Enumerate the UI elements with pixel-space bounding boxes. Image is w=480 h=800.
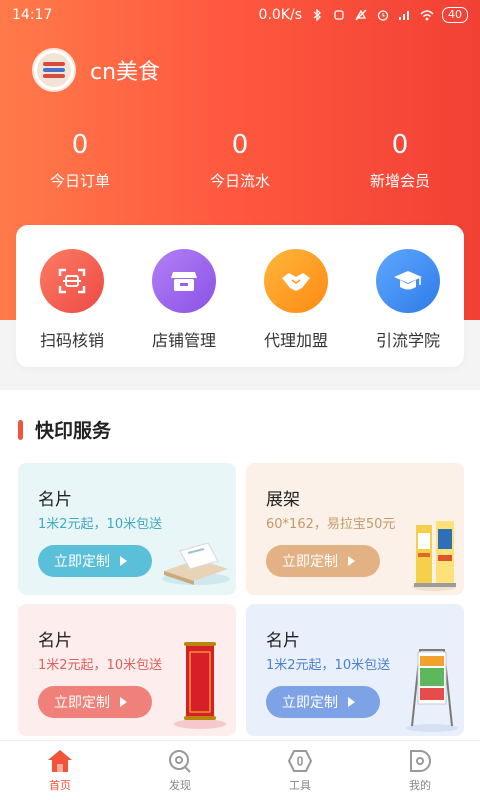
stat-value: 0: [231, 130, 249, 160]
tab-label: 发现: [169, 779, 191, 792]
quick-action-store[interactable]: 店铺管理: [128, 249, 240, 367]
card-title: 名片: [38, 631, 72, 651]
stat-label: 新增会员: [369, 172, 430, 190]
status-bar: 14:17 0.0K/s 40: [0, 0, 480, 30]
shop-name: cn美食: [90, 60, 161, 85]
service-card-scroll-banner[interactable]: 名片 1米2元起，10米包送 立即定制: [18, 604, 236, 736]
service-card-poster-stand[interactable]: 名片 1米2元起，10米包送 立即定制: [246, 604, 464, 736]
quick-action-scan[interactable]: 扫码核销: [16, 249, 128, 367]
stat-label: 今日订单: [49, 172, 110, 190]
avatar[interactable]: [32, 48, 76, 92]
quick-action-academy[interactable]: 引流学院: [352, 249, 464, 367]
rollup-banner-icon: [412, 521, 456, 591]
network-speed: 0.0K/s: [258, 7, 302, 23]
mute-icon: [355, 9, 367, 21]
aframe-poster-stand-icon: [406, 649, 458, 732]
discover-icon: [169, 750, 191, 773]
shop-profile[interactable]: cn美食: [32, 48, 160, 92]
vibrate-icon: [334, 10, 344, 20]
bluetooth-icon: [313, 9, 321, 21]
tab-tools[interactable]: 工具: [240, 741, 360, 800]
tab-label: 我的: [409, 779, 431, 792]
signal-icon: [399, 11, 409, 20]
customize-button[interactable]: 立即定制: [266, 686, 380, 718]
play-arrow-icon: [120, 697, 127, 707]
customize-button[interactable]: 立即定制: [38, 545, 152, 577]
customize-button-label: 立即定制: [54, 695, 110, 711]
scan-icon: [40, 249, 104, 313]
stat-label: 今日流水: [209, 172, 270, 190]
profile-icon: [410, 750, 431, 772]
card-title: 展架: [266, 490, 300, 510]
card-subtitle: 1米2元起，10米包送: [266, 658, 391, 673]
card-subtitle: 60*162，易拉宝50元: [266, 517, 396, 532]
customize-button[interactable]: 立即定制: [266, 545, 380, 577]
alarm-icon: [377, 10, 389, 21]
stat-new-members[interactable]: 0 新增会员: [320, 128, 480, 191]
graduation-cap-icon: [376, 249, 440, 313]
customize-button-label: 立即定制: [54, 554, 110, 570]
section-title: 快印服务: [18, 416, 111, 443]
quick-actions-card: 扫码核销 店铺管理 代理加盟 引流学院: [16, 225, 464, 367]
tools-icon: [287, 750, 313, 772]
home-icon: [48, 750, 72, 772]
card-subtitle: 1米2元起，10米包送: [38, 658, 163, 673]
stat-today-revenue[interactable]: 0 今日流水: [160, 128, 320, 191]
tab-label: 首页: [49, 779, 71, 792]
quick-action-label: 店铺管理: [151, 331, 216, 350]
service-card-business-card[interactable]: 名片 1米2元起，10米包送 立即定制: [18, 463, 236, 595]
quick-action-label: 引流学院: [375, 331, 440, 350]
status-icons: 0.0K/s 40: [259, 7, 468, 23]
status-time: 14:17: [12, 7, 53, 23]
stat-value: 0: [391, 130, 409, 160]
bottom-tabbar: 首页 发现 工具 我的: [0, 740, 480, 800]
handshake-icon: [264, 249, 328, 313]
red-scroll-banner-icon: [174, 642, 226, 729]
customize-button-label: 立即定制: [282, 695, 338, 711]
tab-label: 工具: [289, 779, 311, 792]
wifi-icon: [420, 10, 434, 21]
customize-button[interactable]: 立即定制: [38, 686, 152, 718]
stat-today-orders[interactable]: 0 今日订单: [0, 128, 160, 191]
quick-action-franchise[interactable]: 代理加盟: [240, 249, 352, 367]
tab-home[interactable]: 首页: [0, 741, 120, 800]
tab-discover[interactable]: 发现: [120, 741, 240, 800]
card-title: 名片: [266, 631, 300, 651]
quick-action-label: 扫码核销: [39, 331, 104, 350]
card-title: 名片: [38, 490, 72, 510]
stat-value: 0: [71, 130, 89, 160]
play-arrow-icon: [348, 556, 355, 566]
section-title-text: 快印服务: [35, 420, 112, 442]
stats-row: 0 今日订单 0 今日流水 0 新增会员: [0, 128, 480, 191]
tab-profile[interactable]: 我的: [360, 741, 480, 800]
store-icon: [152, 249, 216, 313]
quick-action-label: 代理加盟: [263, 331, 328, 350]
service-card-display-stand[interactable]: 展架 60*162，易拉宝50元 立即定制: [246, 463, 464, 595]
play-arrow-icon: [120, 556, 127, 566]
title-accent-bar: [18, 419, 23, 440]
customize-button-label: 立即定制: [282, 554, 338, 570]
print-services-section: 快印服务 名片 1米2元起，10米包送 立即定制 展架 60*162，易拉宝50…: [0, 390, 480, 740]
card-subtitle: 1米2元起，10米包送: [38, 517, 163, 532]
play-arrow-icon: [348, 697, 355, 707]
battery-indicator: 40: [442, 7, 468, 23]
business-card-stack-icon: [162, 542, 230, 585]
